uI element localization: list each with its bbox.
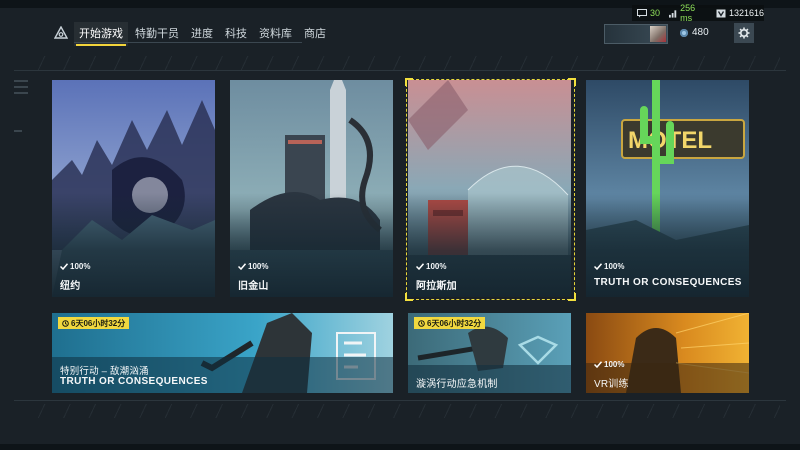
event-subtitle: 特别行动 – 敌潮汹涌	[60, 366, 149, 377]
settings-button[interactable]	[734, 23, 754, 43]
hatch-decoration-bottom	[20, 404, 780, 418]
map-name: 旧金山	[238, 281, 269, 292]
id-badge-icon	[716, 9, 726, 17]
event-timer-badge: 6天06小时32分	[414, 317, 486, 329]
players-stat: 30	[637, 8, 660, 18]
map-card-truth-or-consequences[interactable]: MOTEL 100% TRUTH OR CONSEQUENCES	[586, 80, 749, 297]
map-name: 纽约	[60, 281, 81, 292]
checkmark-icon	[594, 263, 602, 270]
completion-label: 100%	[416, 262, 446, 271]
player-card-slot[interactable]	[604, 24, 668, 44]
clock-icon	[62, 319, 69, 327]
network-stats-bar: 30 256 ms 1321616	[632, 3, 764, 23]
players-count: 30	[650, 8, 661, 18]
side-tick	[14, 92, 28, 94]
event-card-special-ops[interactable]: 6天06小时32分 特别行动 – 敌潮汹涌 TRUTH OR CONSEQUEN…	[52, 313, 393, 393]
event-card-vortex[interactable]: 6天06小时32分 漩涡行动应急机制	[408, 313, 571, 393]
player-id: 1321616	[728, 8, 764, 18]
map-name: 阿拉斯加	[416, 281, 457, 292]
event-timer-badge: 6天06小时32分	[58, 317, 130, 329]
chat-icon	[637, 8, 647, 17]
tab-shop[interactable]: 商店	[299, 22, 331, 46]
map-card-new-york[interactable]: 100% 纽约	[52, 80, 215, 297]
ping-value: 256 ms	[680, 3, 696, 23]
ping-stat: 256 ms	[669, 3, 707, 23]
completion-label: 100%	[594, 360, 624, 369]
map-card-alaska[interactable]: 100% 阿拉斯加	[408, 80, 571, 297]
bottom-frame	[0, 444, 800, 450]
event-card-vr-training[interactable]: 100% VR训练	[586, 313, 749, 393]
checkmark-icon	[594, 361, 602, 368]
hatch-decoration-top	[20, 56, 780, 70]
divider-top	[14, 70, 786, 71]
event-title: TRUTH OR CONSEQUENCES	[60, 376, 208, 387]
checkmark-icon	[416, 263, 424, 270]
avatar[interactable]	[650, 26, 666, 42]
completion-label: 100%	[238, 262, 268, 271]
id-stat: 1321616	[716, 8, 764, 18]
currency-icon	[680, 28, 688, 37]
gear-icon	[738, 27, 750, 39]
map-card-san-francisco[interactable]: 100% 旧金山	[230, 80, 393, 297]
nav-underline	[74, 42, 302, 43]
game-logo-icon	[54, 26, 68, 39]
map-name: TRUTH OR CONSEQUENCES	[594, 277, 742, 288]
event-title: 漩涡行动应急机制	[416, 379, 498, 390]
completion-label: 100%	[594, 262, 624, 271]
event-title: VR训练	[594, 379, 629, 390]
checkmark-icon	[60, 263, 68, 270]
signal-icon	[669, 9, 677, 18]
side-tick	[14, 80, 28, 82]
divider-bottom	[14, 400, 786, 401]
clock-icon	[418, 319, 425, 327]
side-tick	[14, 130, 22, 132]
completion-label: 100%	[60, 262, 90, 271]
side-tick	[14, 86, 28, 88]
checkmark-icon	[238, 263, 246, 270]
currency-value: 480	[692, 27, 709, 38]
currency-display: 480	[680, 27, 709, 38]
